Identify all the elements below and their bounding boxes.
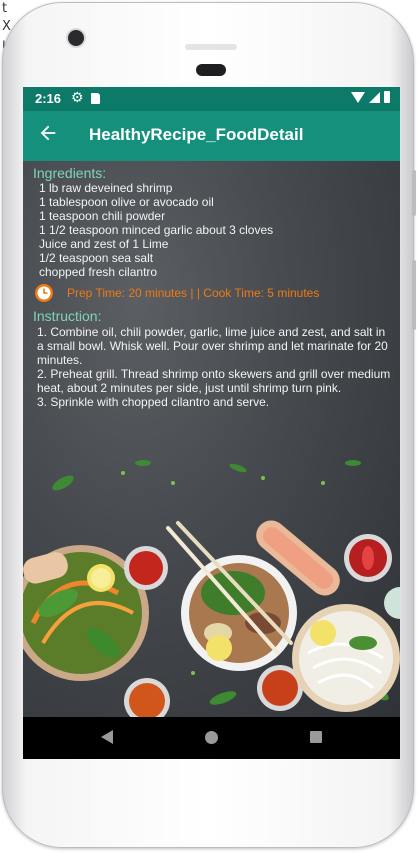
phone-earpiece: [196, 64, 226, 76]
app-bar: HealthyRecipe_FoodDetail: [23, 111, 400, 161]
signal-icon: [369, 91, 380, 103]
volume-button: [412, 170, 416, 216]
food-photo: [23, 460, 400, 717]
power-button: [412, 260, 416, 330]
ingredient-item: chopped fresh cilantro: [39, 265, 158, 279]
instruction-step: 1. Combine oil, chili powder, garlic, li…: [37, 325, 388, 367]
status-icons: [351, 91, 390, 103]
nav-recents-icon[interactable]: [310, 731, 322, 743]
ingredient-item: 1 1/2 teaspoon minced garlic about 3 clo…: [39, 223, 274, 237]
status-bar: 2:16 ⚙: [23, 87, 400, 111]
front-camera: [68, 30, 84, 46]
phone-speaker-grille: [185, 44, 237, 50]
ingredient-item: 1 lb raw deveined shrimp: [39, 181, 173, 195]
food-detail-content[interactable]: Ingredients: 1 lb raw deveined shrimp 1 …: [23, 161, 400, 717]
clock-icon: [35, 284, 53, 302]
instruction-step: 3. Sprinkle with chopped cilantro and se…: [37, 395, 270, 409]
instruction-list: 1. Combine oil, chili powder, garlic, li…: [37, 325, 395, 409]
nav-back-icon[interactable]: [101, 730, 113, 744]
phone-screen: 2:16 ⚙ HealthyRecipe_FoodDetail Ingredie…: [23, 87, 400, 759]
prep-cook-time: Prep Time: 20 minutes | | Cook Time: 5 m…: [67, 286, 320, 300]
navigation-bar: [23, 717, 400, 759]
wifi-icon: [351, 91, 365, 103]
ingredient-item: 1 teaspoon chili powder: [39, 209, 166, 223]
arrow-left-icon[interactable]: [37, 122, 59, 144]
ingredients-list: 1 lb raw deveined shrimp 1 tablespoon ol…: [39, 181, 273, 279]
page-title: HealthyRecipe_FoodDetail: [89, 125, 304, 144]
ingredient-item: 1/2 teaspoon sea salt: [39, 251, 154, 265]
phone-frame: 2:16 ⚙ HealthyRecipe_FoodDetail Ingredie…: [2, 2, 414, 848]
status-time: 2:16: [35, 91, 62, 106]
sd-card-icon: [91, 93, 100, 104]
ingredients-title: Ingredients:: [33, 165, 107, 181]
battery-icon: [384, 91, 390, 103]
ingredient-item: 1 tablespoon olive or avocado oil: [39, 195, 214, 209]
ingredient-item: Juice and zest of 1 Lime: [39, 237, 169, 251]
instruction-title: Instruction:: [33, 308, 102, 324]
gear-icon: ⚙: [71, 89, 84, 105]
nav-home-icon[interactable]: [205, 731, 218, 744]
instruction-step: 2. Preheat grill. Thread shrimp onto ske…: [37, 367, 391, 395]
